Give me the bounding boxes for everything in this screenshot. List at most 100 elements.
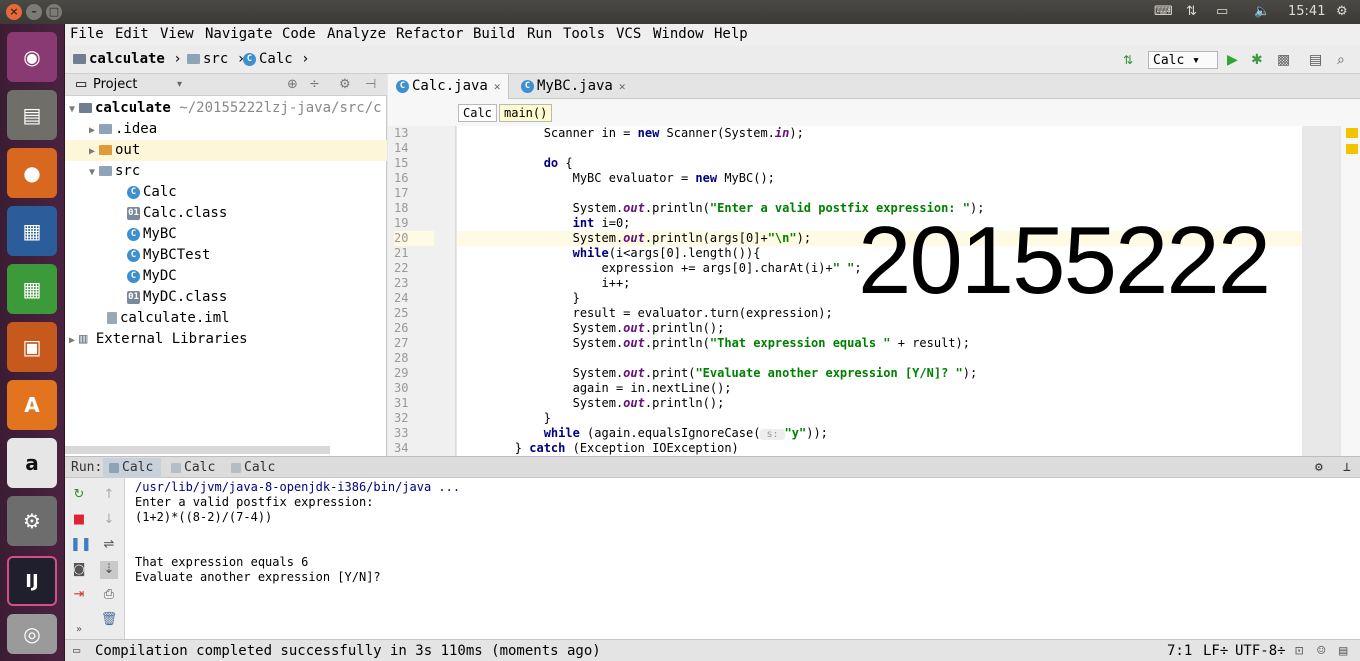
- print-icon[interactable]: ⎙: [100, 586, 118, 604]
- horizontal-scrollbar[interactable]: [65, 446, 330, 454]
- system-settings-icon[interactable]: ⚙: [7, 496, 57, 546]
- project-structure-icon[interactable]: ▤: [1309, 51, 1322, 69]
- soft-wrap-icon[interactable]: ⇌: [100, 536, 118, 554]
- tree-item-src[interactable]: ▼ src: [65, 161, 387, 182]
- run-tab-calc-2[interactable]: Calc: [165, 458, 223, 478]
- scroll-from-source-icon[interactable]: ⊕: [287, 74, 298, 96]
- menu-file[interactable]: File: [70, 26, 104, 42]
- event-log-icon[interactable]: ▤: [1339, 643, 1347, 659]
- tree-item-iml[interactable]: calculate.iml: [65, 308, 387, 329]
- impress-icon[interactable]: ▣: [7, 322, 57, 372]
- status-message[interactable]: Compilation completed successfully in 3s…: [95, 643, 601, 659]
- menu-view[interactable]: View: [160, 26, 194, 42]
- calc-icon[interactable]: ▦: [7, 264, 57, 314]
- project-view-select[interactable]: Project: [93, 74, 137, 96]
- tab-calc-java[interactable]: C Calc.java ✕: [388, 74, 509, 99]
- scroll-to-end-icon[interactable]: ⇣: [100, 561, 118, 579]
- window-maximize-button[interactable]: □: [46, 4, 62, 20]
- intellij-icon[interactable]: IJ: [7, 556, 57, 606]
- battery-icon[interactable]: ▭: [1216, 0, 1228, 24]
- menu-refactor[interactable]: Refactor: [396, 26, 463, 42]
- menu-navigate[interactable]: Navigate: [205, 26, 272, 42]
- warning-marker[interactable]: [1346, 128, 1358, 138]
- menu-build[interactable]: Build: [473, 26, 515, 42]
- tree-item-out[interactable]: ▶ out: [65, 140, 387, 161]
- breadcrumb-src[interactable]: src ›: [187, 51, 245, 67]
- run-tab-calc-1[interactable]: Calc: [103, 458, 161, 478]
- menu-edit[interactable]: Edit: [115, 26, 149, 42]
- pause-icon[interactable]: ❚❚: [70, 536, 92, 554]
- expand-arrow-icon[interactable]: ▶: [65, 330, 79, 351]
- software-center-icon[interactable]: A: [7, 380, 57, 430]
- rerun-icon[interactable]: ↻: [70, 486, 88, 504]
- ubuntu-dash-icon[interactable]: ◉: [7, 32, 57, 82]
- gear-icon[interactable]: ⚙: [1309, 458, 1323, 478]
- close-tab-icon[interactable]: ✕: [494, 80, 501, 93]
- expand-arrow-icon[interactable]: ▼: [85, 162, 99, 183]
- tool-windows-icon[interactable]: ▭: [73, 643, 80, 657]
- menu-tools[interactable]: Tools: [563, 26, 605, 42]
- tree-item-mybctest[interactable]: C MyBCTest: [65, 245, 387, 266]
- hide-panel-icon[interactable]: ⊣: [365, 74, 376, 96]
- menu-code[interactable]: Code: [282, 26, 316, 42]
- scroll-down-icon[interactable]: ↓: [100, 511, 118, 529]
- expand-arrow-icon[interactable]: ▼: [65, 99, 79, 120]
- writer-icon[interactable]: ▦: [7, 206, 57, 256]
- menu-help[interactable]: Help: [714, 26, 748, 42]
- run-icon[interactable]: ▶: [1227, 51, 1238, 69]
- editor-scrollbar[interactable]: [1340, 126, 1360, 456]
- chevron-down-icon[interactable]: ▾: [177, 74, 182, 96]
- file-encoding[interactable]: UTF-8÷: [1235, 643, 1286, 659]
- menu-analyze[interactable]: Analyze: [327, 26, 386, 42]
- sort-icon[interactable]: ⇅: [1123, 51, 1133, 69]
- network-icon[interactable]: ⇅: [1186, 0, 1197, 24]
- more-icon[interactable]: »: [70, 621, 88, 639]
- files-icon[interactable]: ▤: [7, 90, 57, 140]
- expand-arrow-icon[interactable]: ▶: [85, 141, 99, 162]
- amazon-icon[interactable]: a: [7, 438, 57, 488]
- tree-item-mybc[interactable]: C MyBC: [65, 224, 387, 245]
- collapse-all-icon[interactable]: ÷: [309, 74, 320, 96]
- stop-icon[interactable]: ■: [70, 511, 88, 529]
- menu-window[interactable]: Window: [653, 26, 704, 42]
- caret-position[interactable]: 7:1: [1167, 643, 1192, 659]
- tree-item-mydc[interactable]: C MyDC: [65, 266, 387, 287]
- breadcrumb-file[interactable]: C Calc ›: [243, 51, 310, 67]
- tree-item-external-libraries[interactable]: ▶ ▥ External Libraries: [65, 329, 387, 350]
- run-config-select[interactable]: Calc ▾: [1148, 51, 1218, 69]
- expand-arrow-icon[interactable]: ▶: [85, 120, 99, 141]
- camera-icon[interactable]: ◙: [70, 561, 88, 579]
- tree-root-calculate[interactable]: ▼ calculate ~/20155222lzj-java/src/c: [65, 98, 387, 119]
- gear-icon[interactable]: ⚙: [339, 74, 351, 96]
- tab-mybc-java[interactable]: C MyBC.java ✕: [513, 74, 635, 99]
- clock[interactable]: 15:41: [1288, 0, 1325, 24]
- window-close-button[interactable]: ×: [6, 4, 22, 20]
- lock-icon[interactable]: ⊡: [1295, 643, 1303, 659]
- keyboard-icon[interactable]: ⌨: [1154, 0, 1173, 24]
- crumb-method[interactable]: main(): [499, 104, 553, 122]
- run-console[interactable]: /usr/lib/jvm/java-8-openjdk-i386/bin/jav…: [125, 478, 1360, 639]
- menu-run[interactable]: Run: [527, 26, 552, 42]
- settings-gear-icon[interactable]: ⚙: [1336, 0, 1348, 24]
- tree-item-idea[interactable]: ▶ .idea: [65, 119, 387, 140]
- menu-vcs[interactable]: VCS: [616, 26, 641, 42]
- tree-item-mydc-class[interactable]: 01 MyDC.class: [65, 287, 387, 308]
- exit-icon[interactable]: ⇥: [70, 586, 88, 604]
- scroll-up-icon[interactable]: ↑: [100, 486, 118, 504]
- dvd-icon[interactable]: ◎: [7, 614, 57, 654]
- run-tab-calc-3[interactable]: Calc: [225, 458, 283, 478]
- breadcrumb-project[interactable]: calculate ›: [73, 51, 182, 67]
- trash-icon[interactable]: 🗑: [100, 611, 118, 629]
- line-separator[interactable]: LF÷: [1203, 643, 1228, 659]
- volume-icon[interactable]: 🔈: [1254, 0, 1270, 24]
- tree-item-calc[interactable]: C Calc: [65, 182, 387, 203]
- tree-item-calc-class[interactable]: 01 Calc.class: [65, 203, 387, 224]
- search-icon[interactable]: ⌕: [1337, 51, 1345, 69]
- crumb-class[interactable]: Calc: [458, 104, 497, 122]
- coverage-icon[interactable]: ▩: [1277, 51, 1290, 69]
- debug-icon[interactable]: ✱: [1251, 51, 1263, 69]
- window-minimize-button[interactable]: –: [26, 4, 42, 20]
- hide-panel-icon[interactable]: ⊥: [1337, 458, 1351, 478]
- warning-marker[interactable]: [1346, 144, 1358, 154]
- firefox-icon[interactable]: ●: [7, 148, 57, 198]
